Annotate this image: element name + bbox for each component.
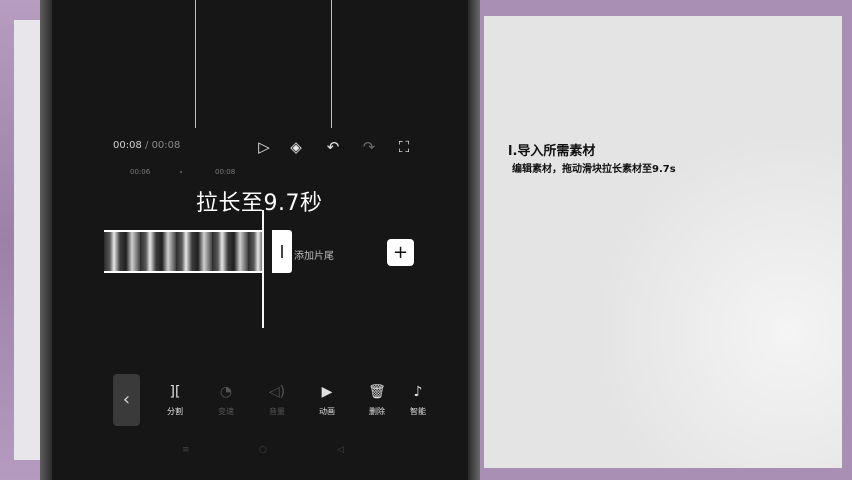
overlay-caption: 拉长至9.7秒 xyxy=(196,191,323,216)
speed-icon: ◔ xyxy=(219,384,233,400)
phone-frame-left xyxy=(40,0,52,480)
tool-speed[interactable]: ◔ 变速 xyxy=(211,382,241,417)
tool-label: 分割 xyxy=(167,407,183,416)
time-current: 00:08 xyxy=(113,140,142,151)
tool-label: 动画 xyxy=(319,407,335,416)
clip-trim-handle[interactable] xyxy=(272,230,292,273)
tool-delete[interactable]: 🗑 删除 xyxy=(362,382,392,417)
fullscreen-button[interactable]: ⛶ xyxy=(394,137,414,157)
play-icon: ▷ xyxy=(258,138,270,156)
toolbar-back-button[interactable]: ‹ xyxy=(113,374,140,426)
tool-animation[interactable]: ▶ 动画 xyxy=(312,382,342,417)
phone-frame-right xyxy=(468,0,480,480)
redo-button[interactable]: ↷ xyxy=(359,137,379,157)
smart-icon: ♪ xyxy=(413,384,423,400)
video-clip[interactable] xyxy=(104,230,264,273)
redo-icon: ↷ xyxy=(362,138,376,156)
time-display: 00:08 / 00:08 xyxy=(113,140,180,151)
ruler-dot xyxy=(180,171,182,173)
add-ending-button[interactable]: 添加片尾 xyxy=(294,247,334,262)
play-button[interactable]: ▷ xyxy=(254,137,274,157)
time-total: 00:08 xyxy=(151,140,181,151)
step-title: l.导入所需素材 xyxy=(508,144,596,159)
preview-guide-line xyxy=(195,0,196,128)
add-clip-button[interactable]: + xyxy=(387,239,414,266)
tool-label: 变速 xyxy=(218,407,234,416)
tool-label: 音量 xyxy=(269,407,285,416)
undo-button[interactable]: ↶ xyxy=(323,137,343,157)
tool-volume[interactable]: ◁) 音量 xyxy=(262,382,292,417)
keyframe-icon: ◈ xyxy=(290,138,302,156)
home-icon[interactable]: ○ xyxy=(259,445,267,455)
animation-icon: ▶ xyxy=(321,384,333,400)
ruler-mark: 00:08 xyxy=(215,168,236,176)
tool-split[interactable]: ][ 分割 xyxy=(160,382,190,417)
fullscreen-icon: ⛶ xyxy=(398,138,410,156)
step-description: 编辑素材，拖动滑块拉长素材至9.7s xyxy=(512,164,676,175)
playhead[interactable] xyxy=(262,210,264,328)
back-icon[interactable]: ◁ xyxy=(337,445,344,455)
tool-label: 删除 xyxy=(369,407,385,416)
menu-icon[interactable]: ≡ xyxy=(182,445,190,455)
chevron-left-icon: ‹ xyxy=(122,389,131,410)
preview-guide-line xyxy=(331,0,332,128)
volume-icon: ◁) xyxy=(268,384,286,400)
delete-icon: 🗑 xyxy=(368,384,386,400)
tool-label: 智能 xyxy=(410,407,426,416)
split-icon: ][ xyxy=(169,384,181,400)
background-card xyxy=(14,20,40,460)
tool-smart[interactable]: ♪ 智能 xyxy=(410,382,426,417)
plus-icon: + xyxy=(392,242,409,263)
undo-icon: ↶ xyxy=(326,138,340,156)
ruler-mark: 00:06 xyxy=(130,168,151,176)
instruction-panel: l.导入所需素材 编辑素材，拖动滑块拉长素材至9.7s xyxy=(484,16,842,468)
time-separator: / xyxy=(141,140,152,151)
keyframe-button[interactable]: ◈ xyxy=(286,137,306,157)
